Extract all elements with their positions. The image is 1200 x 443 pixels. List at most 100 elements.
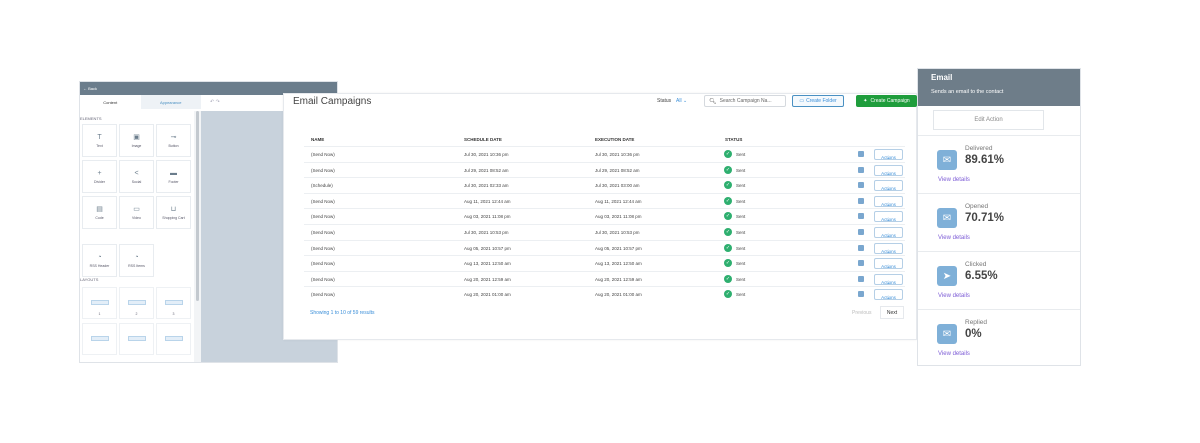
table-row[interactable]: (Send Now) Aug 03, 2021 11:08 pm Aug 03, 2… — [304, 208, 905, 224]
check-circle-icon: ✓ — [724, 274, 732, 283]
campaign-name[interactable]: (Send Now) — [311, 246, 335, 251]
actions-dropdown[interactable]: Actions ⌄ — [874, 289, 903, 301]
previous-button[interactable]: Previous — [852, 310, 871, 316]
element-tile[interactable]: ◔ RSS Items — [119, 244, 154, 277]
stats-icon[interactable] — [858, 182, 864, 189]
campaign-name[interactable]: (Send Now) — [311, 277, 335, 282]
create-folder-button[interactable]: ▭ Create Folder — [792, 95, 844, 107]
execution-date: Aug 03, 2021 11:08 pm — [595, 214, 642, 220]
view-details-link[interactable]: View details — [938, 351, 970, 357]
status-badge: Sent — [736, 198, 746, 204]
table-row[interactable]: (Send Now) Aug 13, 2021 12:50 am Aug 13, 2… — [304, 255, 905, 271]
actions-dropdown[interactable]: Actions ⌄ — [874, 180, 903, 192]
stats-icon[interactable] — [858, 151, 864, 157]
view-details-link[interactable]: View details — [938, 177, 970, 183]
element-tile[interactable]: ◔ RSS Header — [82, 244, 117, 277]
layout-tile[interactable] — [119, 323, 154, 355]
table-row[interactable]: (Send Now) Aug 05, 2021 10:57 pm Aug 05, 2… — [304, 239, 905, 256]
stats-icon[interactable] — [858, 260, 864, 267]
element-tile[interactable]: ▤ Code — [82, 196, 117, 229]
layout-columns-count: 3 — [172, 312, 175, 316]
campaign-name[interactable]: (Send Now) — [311, 168, 335, 173]
actions-dropdown[interactable]: Actions ⌄ — [874, 149, 903, 160]
campaign-name[interactable]: (Schedule) — [311, 183, 333, 188]
layout-column-preview — [128, 336, 146, 341]
table-row[interactable]: (Schedule) Jul 30, 2021 02:33 am Jul 30, 2… — [304, 177, 905, 193]
element-tile[interactable]: + Divider — [82, 160, 117, 193]
search-input[interactable]: 🔍︎ Search Campaign Na... — [704, 95, 786, 107]
column-header-status: STATUS — [725, 137, 743, 142]
undo-redo-icon[interactable]: ↶ ↷ — [210, 99, 220, 105]
campaign-name[interactable]: (Send Now) — [311, 292, 335, 297]
campaign-name[interactable]: (Send Now) — [311, 152, 335, 157]
check-circle-icon: ✓ — [724, 165, 732, 174]
status-badge: Sent — [736, 183, 746, 189]
actions-dropdown[interactable]: Actions ⌄ — [874, 164, 903, 176]
layout-columns-count: 1 — [98, 312, 101, 316]
view-details-link[interactable]: View details — [938, 293, 970, 299]
actions-dropdown[interactable]: Actions ⌄ — [874, 211, 903, 223]
campaign-name[interactable]: (Send Now) — [311, 214, 335, 219]
table-row[interactable]: (Send Now) Aug 20, 2021 01:00 am Aug 20, 2… — [304, 286, 905, 302]
layout-tile[interactable]: 3 — [156, 287, 191, 319]
status-badge: Sent — [736, 167, 746, 173]
actions-dropdown[interactable]: Actions ⌄ — [874, 258, 903, 270]
element-tile[interactable]: ▬ Footer — [156, 160, 191, 193]
actions-dropdown[interactable]: Actions ⌄ — [874, 273, 903, 285]
table-row[interactable]: (Send Now) Jul 30, 2021 10:53 pm Jul 30, 2… — [304, 224, 905, 240]
metric-card: ➤ Clicked 6.55% View details — [918, 251, 1080, 309]
execution-date: Aug 20, 2021 01:00 am — [595, 292, 642, 298]
editor-tabs: Content Appearance — [80, 95, 201, 109]
element-tile[interactable]: ⊔ Shopping Cart — [156, 196, 191, 229]
metric-label: Clicked — [965, 261, 987, 268]
element-label: Image — [131, 144, 142, 148]
element-tile[interactable]: ⊸ Button — [156, 124, 191, 157]
table-row[interactable]: (Send Now) Jul 30, 2021 10:36 pm Jul 30, 2… — [304, 146, 905, 162]
actions-dropdown[interactable]: Actions ⌄ — [874, 227, 903, 238]
status-filter-value: All — [676, 98, 682, 104]
layout-tile[interactable]: 2 — [119, 287, 154, 319]
back-button[interactable]: Back — [88, 86, 97, 91]
element-tile[interactable]: T Text — [82, 124, 117, 157]
stats-icon[interactable] — [858, 229, 864, 235]
execution-date: Jul 30, 2021 10:36 pm — [595, 152, 640, 157]
stats-icon[interactable] — [858, 291, 864, 298]
status-filter-select[interactable]: All ⌄ — [676, 98, 687, 104]
actions-dropdown[interactable]: Actions ⌄ — [874, 242, 903, 254]
editor-scrollbar[interactable] — [194, 111, 201, 362]
layout-column-preview — [165, 336, 183, 341]
stats-icon[interactable] — [858, 166, 864, 173]
rss-icon: ◔ — [97, 254, 102, 261]
table-row[interactable]: (Send Now) Aug 20, 2021 12:59 am Aug 20, 2… — [304, 270, 905, 287]
element-tile[interactable]: < Social — [119, 160, 154, 193]
edit-action-button[interactable]: Edit Action — [933, 110, 1044, 130]
campaign-name[interactable]: (Send Now) — [311, 261, 335, 266]
layout-tile[interactable]: 1 — [82, 287, 117, 319]
create-campaign-button[interactable]: ✦ Create Campaign — [856, 95, 917, 107]
stats-icon[interactable] — [858, 275, 864, 282]
campaign-name[interactable]: (Send Now) — [311, 230, 335, 235]
element-label: Divider — [94, 180, 105, 184]
schedule-date: Jul 30, 2021 10:36 pm — [464, 152, 509, 157]
column-header-execution: EXECUTION DATE — [595, 137, 635, 142]
layout-tile[interactable] — [82, 323, 117, 355]
campaign-name[interactable]: (Send Now) — [311, 199, 335, 204]
tab-appearance[interactable]: Appearance — [140, 95, 201, 109]
table-row[interactable]: (Send Now) Jul 29, 2021 08:52 am Jul 29, 2… — [304, 161, 905, 178]
stats-icon[interactable] — [858, 244, 864, 251]
view-details-link[interactable]: View details — [938, 235, 970, 241]
schedule-date: Aug 05, 2021 10:57 pm — [464, 245, 511, 251]
stats-icon[interactable] — [858, 213, 864, 220]
element-tile[interactable]: ▣ Image — [119, 124, 154, 157]
element-label: Button — [168, 144, 179, 148]
layout-tile[interactable] — [156, 323, 191, 355]
scrollbar-thumb[interactable] — [196, 111, 199, 301]
table-row[interactable]: (Send Now) Aug 11, 2021 12:44 am Aug 11, 2… — [304, 192, 905, 209]
tab-content[interactable]: Content — [80, 95, 141, 109]
execution-date: Aug 11, 2021 12:44 am — [595, 198, 642, 204]
element-tile[interactable]: ▭ Video — [119, 196, 154, 229]
actions-dropdown[interactable]: Actions ⌄ — [874, 195, 903, 207]
next-button[interactable]: Next — [880, 306, 904, 319]
stats-icon[interactable] — [858, 197, 864, 204]
chevron-down-icon: ⌄ — [886, 264, 891, 270]
